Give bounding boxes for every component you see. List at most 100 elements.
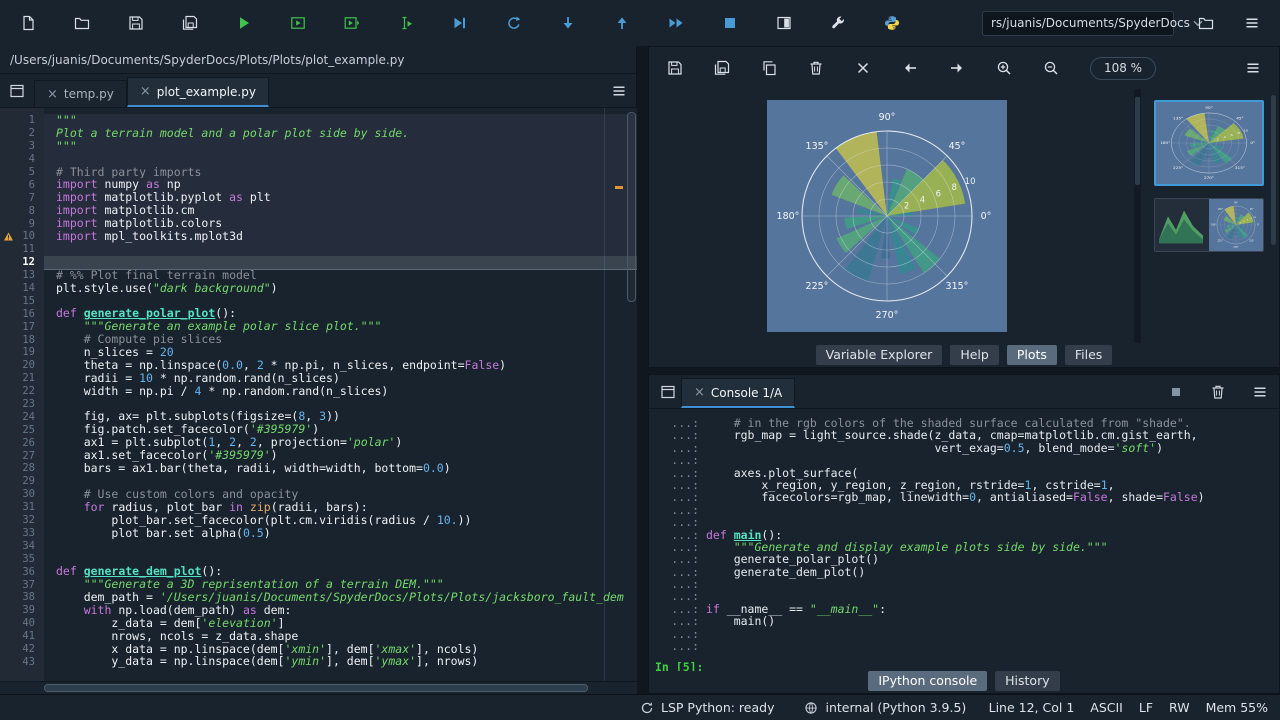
console-tab[interactable]: × Console 1/A [681,378,795,408]
scrollbar-handle[interactable] [1135,97,1140,185]
code-line[interactable] [44,243,637,256]
code-line[interactable] [44,475,637,488]
code-line[interactable]: fig, ax= plt.subplots(figsize=(8, 3)) [44,410,637,423]
code-line[interactable]: def generate_dem_plot(): [44,565,637,578]
code-line[interactable]: import matplotlib.cm [44,204,637,217]
save-file-button[interactable] [122,9,150,37]
code-line[interactable]: dem_path = '/Users/juanis/Documents/Spyd… [44,591,637,604]
code-line[interactable]: bars = ax1.bar(theta, radii, width=width… [44,462,637,475]
maximize-pane-button[interactable] [770,9,798,37]
open-file-button[interactable] [68,9,96,37]
code-line[interactable]: n_slices = 20 [44,346,637,359]
code-line[interactable]: import matplotlib.colors [44,217,637,230]
editor-horizontal-scrollbar[interactable] [0,681,637,694]
close-tab-icon[interactable]: × [47,88,58,101]
zoom-in-button[interactable] [990,54,1018,82]
editor-tab-temp.py[interactable]: ×temp.py [34,80,127,107]
previous-plot-button[interactable] [896,54,924,82]
editor-vertical-scrollbar[interactable] [627,112,636,302]
python-environment-button[interactable] [878,9,906,37]
save-plot-button[interactable] [661,54,689,82]
code-line[interactable]: # %% Plot final terrain model [44,269,637,282]
new-console-button[interactable] [655,379,681,405]
browse-tabs-button[interactable] [4,78,30,104]
plots-scrollbar[interactable] [1134,89,1141,343]
console-tab-history[interactable]: History [995,671,1059,691]
code-line[interactable] [44,153,637,166]
console-options-button[interactable] [1247,379,1273,405]
code-line[interactable]: theta = np.linspace(0.0, 2 * np.pi, n_sl… [44,359,637,372]
code-line[interactable]: with np.load(dem_path) as dem: [44,604,637,617]
code-line[interactable] [44,539,637,552]
interrupt-kernel-button[interactable] [1163,379,1189,405]
code-line[interactable]: ax1 = plt.subplot(1, 2, 2, projection='p… [44,436,637,449]
code-line[interactable]: x_data = np.linspace(dem['xmin'], dem['x… [44,643,637,656]
plots-options-button[interactable] [1239,54,1267,82]
plot-thumbnail-selected[interactable]: 0°45°90°135°180°225°270°315°246810 [1154,100,1264,186]
thumbnails-scrollbar[interactable] [1270,95,1277,335]
pane-tab-variable-explorer[interactable]: Variable Explorer [816,345,943,365]
debug-continue-button[interactable] [662,9,690,37]
remove-console-button[interactable] [1205,379,1231,405]
code-line[interactable]: def generate_polar_plot(): [44,307,637,320]
preferences-button[interactable] [824,9,852,37]
code-line[interactable]: """Generate a 3D reprisentation of a ter… [44,578,637,591]
code-line[interactable]: # Use custom colors and opacity [44,488,637,501]
code-line[interactable]: import numpy as np [44,178,637,191]
code-line[interactable] [44,256,637,269]
remove-all-plots-button[interactable] [849,54,877,82]
code-line[interactable]: plt.style.use("dark_background") [44,282,637,295]
code-line[interactable]: """Generate an example polar slice plot.… [44,320,637,333]
code-line[interactable] [44,294,637,307]
console-output[interactable]: ...: # in the rgb colors of the shaded s… [649,409,1279,671]
debug-stop-button[interactable] [716,9,744,37]
pane-tab-help[interactable]: Help [950,345,999,365]
code-line[interactable]: # Third party imports [44,166,637,179]
code-line[interactable]: Plot a terrain model and a polar plot si… [44,127,637,140]
code-editor[interactable]: 1234567891011121314151617181920212223242… [0,108,637,681]
code-line[interactable]: plot_bar.set_alpha(0.5) [44,527,637,540]
code-line[interactable] [44,398,637,411]
code-line[interactable]: import mpl_toolkits.mplot3d [44,230,637,243]
editor-options-button[interactable] [606,78,632,104]
console-tab-ipython-console[interactable]: IPython console [868,671,987,691]
pane-tab-files[interactable]: Files [1065,345,1112,365]
save-all-button[interactable] [176,9,204,37]
next-plot-button[interactable] [943,54,971,82]
editor-tab-plot_example.py[interactable]: ×plot_example.py [127,77,269,107]
step-return-button[interactable] [608,9,636,37]
new-file-button[interactable] [14,9,42,37]
working-directory-combobox[interactable]: rs/juanis/Documents/SpyderDocs [982,11,1174,36]
copy-plot-button[interactable] [755,54,783,82]
browse-directory-button[interactable] [1192,9,1220,37]
code-line[interactable]: # Compute pie slices [44,333,637,346]
scrollbar-handle[interactable] [44,684,588,692]
step-into-button[interactable] [554,9,582,37]
remove-plot-button[interactable] [802,54,830,82]
debug-file-button[interactable] [446,9,474,37]
interpreter-status[interactable]: internal (Python 3.9.5) [804,700,966,715]
code-line[interactable]: """ [44,114,637,127]
code-line[interactable]: fig.patch.set_facecolor('#395979') [44,423,637,436]
main-menu-button[interactable] [1238,9,1266,37]
code-line[interactable]: nrows, ncols = z_data.shape [44,630,637,643]
run-cell-advance-button[interactable] [338,9,366,37]
code-line[interactable]: radii = 10 * np.random.rand(n_slices) [44,372,637,385]
run-selection-button[interactable] [392,9,420,37]
code-line[interactable]: import matplotlib.pyplot as plt [44,191,637,204]
run-file-button[interactable] [230,9,258,37]
code-line[interactable]: ax1.set_facecolor('#395979') [44,449,637,462]
code-line[interactable]: width = np.pi / 4 * np.random.rand(n_sli… [44,385,637,398]
close-tab-icon[interactable]: × [694,386,705,399]
close-tab-icon[interactable]: × [140,85,151,98]
code-line[interactable]: plot_bar.set_facecolor(plt.cm.viridis(ra… [44,514,637,527]
pane-tab-plots[interactable]: Plots [1007,345,1057,365]
step-over-button[interactable] [500,9,528,37]
scrollbar-handle[interactable] [1271,95,1276,245]
plot-thumbnail-2[interactable]: 0°45°90°135°180°225°270°315°246810 [1154,198,1264,252]
code-line[interactable]: for radius, plot_bar in zip(radii, bars)… [44,501,637,514]
code-line[interactable] [44,552,637,565]
code-line[interactable]: z_data = dem['elevation'] [44,617,637,630]
zoom-out-button[interactable] [1037,54,1065,82]
code-area[interactable]: """Plot a terrain model and a polar plot… [44,108,637,681]
